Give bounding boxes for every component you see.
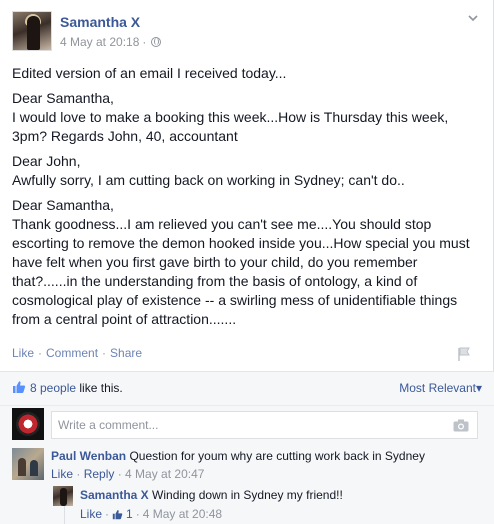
commenter-avatar[interactable] <box>12 448 44 480</box>
thumbs-up-icon <box>112 509 123 519</box>
post-line: cosmological play of existence -- a swir… <box>12 292 458 308</box>
post-line: Dear John, <box>12 153 81 169</box>
author-avatar[interactable] <box>12 11 52 51</box>
globe-icon <box>151 37 162 47</box>
post-actions: Like · Comment · Share <box>12 346 142 360</box>
post-body: Edited version of an email I received to… <box>12 64 482 335</box>
comment-like-link[interactable]: Like <box>51 467 73 481</box>
action-dot: · <box>38 346 43 360</box>
camera-icon[interactable] <box>453 419 469 432</box>
post-paragraph: Dear John, Awfully sorry, I am cutting b… <box>12 152 482 190</box>
post-paragraph: Dear Samantha, Thank goodness...I am rel… <box>12 196 482 329</box>
post-line: escorting to remove the demon hooked ins… <box>12 235 470 251</box>
caret-down-icon: ▾ <box>475 381 482 395</box>
viewer-avatar <box>12 408 44 440</box>
post-line: have felt when you first gave birth to y… <box>12 254 418 270</box>
reply-like-count[interactable]: 1 <box>126 507 133 521</box>
comments-section: Paul Wenban Question for youm why are cu… <box>0 405 494 524</box>
action-dot: · <box>102 346 107 360</box>
comment-timestamp[interactable]: 4 May at 20:47 <box>125 467 204 481</box>
sort-label: Most Relevant <box>399 381 476 395</box>
flag-icon[interactable] <box>456 346 472 362</box>
post-line: Awfully sorry, I am cutting back on work… <box>12 172 405 188</box>
reply-author[interactable]: Samantha X <box>80 488 149 502</box>
post-paragraph: Edited version of an email I received to… <box>12 64 482 83</box>
post-line: Edited version of an email I received to… <box>12 65 287 81</box>
likes-suffix: like this. <box>79 381 123 395</box>
likes-summary: 8 people like this. <box>30 381 123 395</box>
reply-comment: Samantha X Winding down in Sydney my fri… <box>80 488 343 502</box>
comment-reply-link[interactable]: Reply <box>84 467 115 481</box>
share-link[interactable]: Share <box>110 346 142 360</box>
post-meta: 4 May at 20:18 · <box>60 35 162 49</box>
post-line: Dear Samantha, <box>12 90 114 106</box>
post-timestamp[interactable]: 4 May at 20:18 <box>60 35 139 49</box>
post-header: Samantha X 4 May at 20:18 · <box>12 11 482 53</box>
post-paragraph: Dear Samantha, I would love to make a bo… <box>12 89 482 146</box>
post-line: Thank goodness...I am relieved you can't… <box>12 216 432 232</box>
comment: Paul Wenban Question for youm why are cu… <box>51 449 425 463</box>
author-name[interactable]: Samantha X <box>60 14 140 30</box>
post-line: that?......in the understanding from the… <box>12 273 418 289</box>
meta-separator: · <box>142 35 147 49</box>
comment-text: Question for youm why are cutting work b… <box>129 449 425 463</box>
facebook-post-card: Samantha X 4 May at 20:18 · Edited versi… <box>0 0 494 524</box>
like-link[interactable]: Like <box>12 346 34 360</box>
post-line: I would love to make a booking this week… <box>12 109 449 125</box>
likes-bar: 8 people like this. Most Relevant▾ <box>0 372 494 405</box>
reply-timestamp[interactable]: 4 May at 20:48 <box>143 507 222 521</box>
post-line: Dear Samantha, <box>12 197 114 213</box>
comment-composer[interactable] <box>51 411 478 439</box>
comment-author[interactable]: Paul Wenban <box>51 449 126 463</box>
chevron-down-icon[interactable] <box>466 11 480 25</box>
post-line: from a central point of attraction......… <box>12 311 237 327</box>
reply-avatar[interactable] <box>53 486 73 506</box>
post-line: 3pm? Regards John, 40, accountant <box>12 128 238 144</box>
comment-input[interactable] <box>52 412 432 438</box>
reply-like-link[interactable]: Like <box>80 507 102 521</box>
sort-comments-dropdown[interactable]: Most Relevant▾ <box>399 381 482 395</box>
thumbs-up-icon <box>13 381 26 393</box>
reply-text: Winding down in Sydney my friend!! <box>152 488 343 502</box>
reply-meta: Like · 1 · 4 May at 20:48 <box>80 507 223 521</box>
likes-count-link[interactable]: 8 people <box>30 381 76 395</box>
comment-meta: Like · Reply · 4 May at 20:47 <box>51 467 205 481</box>
comment-link[interactable]: Comment <box>46 346 98 360</box>
